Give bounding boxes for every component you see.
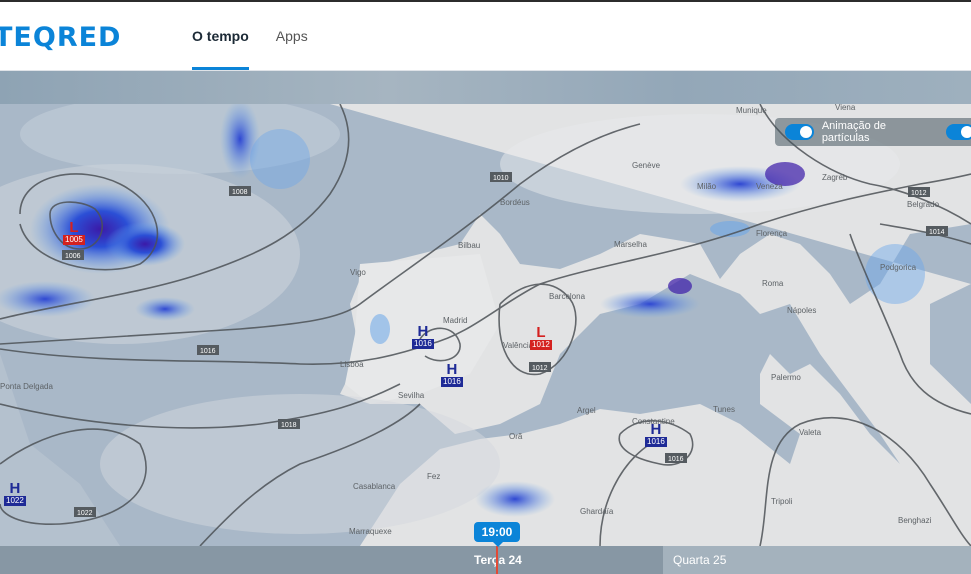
high-pressure-marker: H 1016 [412,324,434,349]
weather-map[interactable]: 1008 1010 1006 1012 1012 1014 1016 1016 … [0,104,971,546]
svg-text:Palermo: Palermo [771,373,801,382]
svg-text:1016: 1016 [200,348,216,355]
main-nav: O tempo Apps [192,2,335,70]
svg-text:Nápoles: Nápoles [787,306,816,315]
svg-text:Orã: Orã [509,432,523,441]
particle-animation-panel: Animação de partículas [775,118,971,146]
svg-text:1022: 1022 [77,510,93,517]
particle-animation-toggle[interactable] [785,124,814,140]
svg-text:1008: 1008 [232,189,248,196]
svg-text:Marraquexe: Marraquexe [349,527,392,536]
pressure-value: 1016 [441,377,463,387]
svg-text:Argel: Argel [577,406,596,415]
pressure-value: 1016 [645,437,667,447]
svg-text:Valeta: Valeta [799,428,822,437]
low-letter: L [69,219,79,236]
svg-text:Bordéus: Bordéus [500,198,530,207]
svg-text:1012: 1012 [532,365,548,372]
svg-text:Florença: Florença [756,229,788,238]
site-logo[interactable]: TEQRED [0,20,121,54]
map-top-strip [0,71,971,104]
svg-text:Ghardaïa: Ghardaïa [580,507,614,516]
svg-text:Madrid: Madrid [443,316,467,325]
low-pressure-marker: L 1005 [63,220,85,245]
svg-text:Lisboa: Lisboa [340,360,364,369]
pressure-value: 1022 [4,496,26,506]
timeline-cursor[interactable] [496,546,498,574]
svg-text:1010: 1010 [493,175,509,182]
svg-text:Munique: Munique [736,106,767,115]
svg-text:Vigo: Vigo [350,268,366,277]
high-letter: H [417,323,429,340]
high-pressure-marker: H 1022 [4,481,26,506]
svg-text:Zagreb: Zagreb [822,173,848,182]
svg-text:Roma: Roma [762,279,784,288]
high-pressure-marker: H 1016 [441,362,463,387]
high-pressure-marker: H 1016 [645,422,667,447]
svg-text:Genève: Genève [632,161,661,170]
pressure-value: 1012 [530,340,552,350]
high-letter: H [650,421,662,438]
svg-text:1016: 1016 [668,456,684,463]
svg-text:Viena: Viena [835,104,856,112]
svg-text:1012: 1012 [911,190,927,197]
svg-text:1014: 1014 [929,229,945,236]
layer-toggle[interactable] [946,124,971,140]
svg-text:Podgorica: Podgorica [880,263,917,272]
site-header: TEQRED O tempo Apps [0,2,971,71]
svg-text:1018: 1018 [281,422,297,429]
svg-text:Marselha: Marselha [614,240,647,249]
low-pressure-marker: L 1012 [530,325,552,350]
svg-text:Milão: Milão [697,182,717,191]
nav-apps[interactable]: Apps [276,2,308,70]
low-letter: L [536,324,546,341]
svg-text:Tripoli: Tripoli [771,497,793,506]
svg-text:Fez: Fez [427,472,440,481]
pressure-value: 1005 [63,235,85,245]
pressure-value: 1016 [412,339,434,349]
svg-text:Benghazi: Benghazi [898,516,932,525]
high-letter: H [9,480,21,497]
svg-text:Sevilha: Sevilha [398,391,425,400]
svg-text:1006: 1006 [65,253,81,260]
svg-text:Casablanca: Casablanca [353,482,396,491]
current-time-bubble[interactable]: 19:00 [474,522,520,547]
timeline-bar[interactable]: Terça 24 Quarta 25 [0,546,971,574]
svg-text:Veneza: Veneza [756,182,783,191]
svg-text:Bilbau: Bilbau [458,241,480,250]
svg-text:Barcelona: Barcelona [549,292,586,301]
high-letter: H [446,361,458,378]
svg-text:Tunes: Tunes [713,405,735,414]
day-wednesday[interactable]: Quarta 25 [663,546,971,574]
svg-text:Belgrado: Belgrado [907,200,940,209]
map-canvas: 1008 1010 1006 1012 1012 1014 1016 1016 … [0,104,971,546]
svg-text:Ponta Delgada: Ponta Delgada [0,382,53,391]
nav-weather[interactable]: O tempo [192,2,249,70]
particle-animation-label: Animação de partículas [821,120,887,144]
